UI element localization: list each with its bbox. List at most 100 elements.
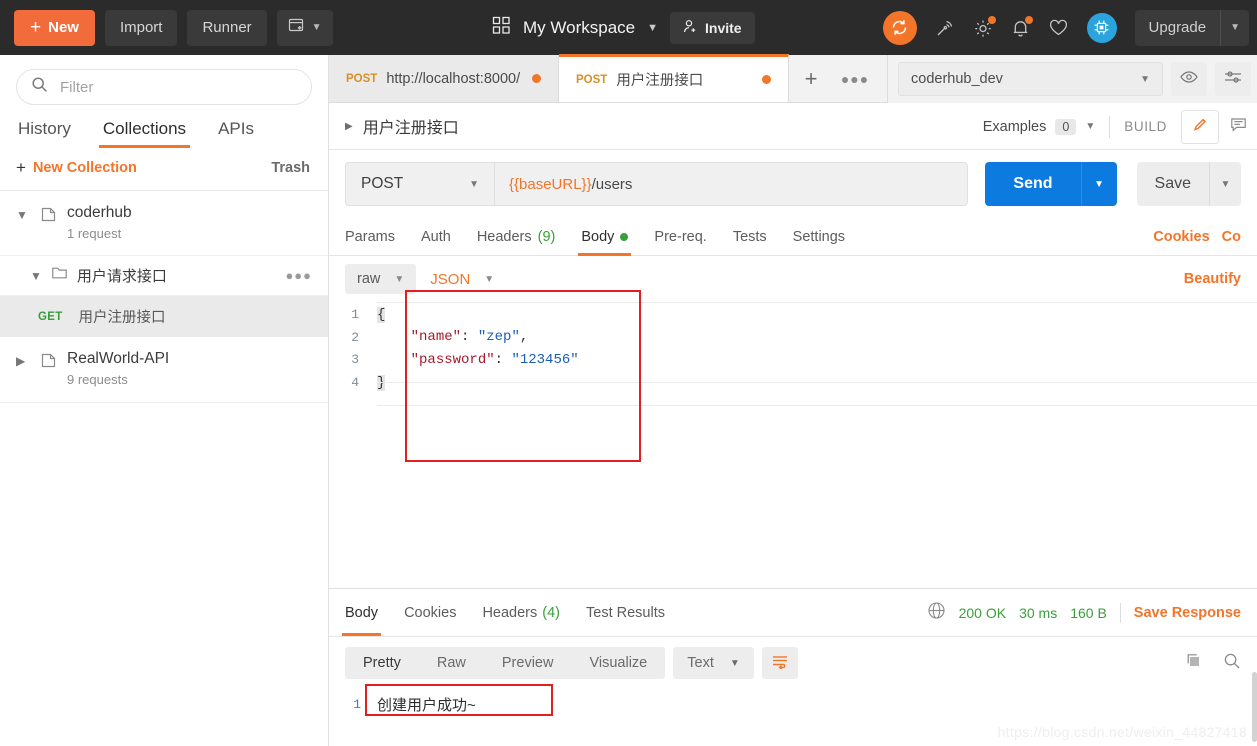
request-item-user-register[interactable]: GET 用户注册接口 [0, 296, 328, 338]
response-tab-body[interactable]: Body [341, 589, 382, 636]
chip-avatar-icon[interactable] [1086, 12, 1117, 43]
edit-mode-button[interactable] [1181, 109, 1219, 144]
cookies-link[interactable]: Cookies [1153, 229, 1209, 245]
bell-icon[interactable] [1011, 15, 1033, 38]
import-button[interactable]: Import [104, 9, 178, 46]
tab-headers-label: Headers [476, 228, 532, 245]
collection-text: RealWorld-API 9 requests [67, 349, 169, 389]
editor-rule [377, 382, 1257, 383]
heart-icon[interactable] [1048, 18, 1069, 37]
save-button[interactable]: Save [1136, 162, 1209, 206]
line-content: { [377, 306, 386, 323]
chevron-down-icon[interactable]: ▼ [30, 269, 42, 283]
add-tab-button[interactable]: + [789, 55, 833, 102]
upgrade-button[interactable]: Upgrade ▼ [1134, 9, 1249, 46]
invite-label: Invite [705, 19, 742, 36]
body-format-selector[interactable]: JSON ▼ [416, 264, 508, 294]
tab-headers[interactable]: Headers (9) [477, 218, 556, 256]
environment-quick-look-button[interactable] [1171, 62, 1207, 96]
postman-window: + New Import Runner ▼ My Workspace ▼ Inv… [0, 0, 1257, 746]
view-mode-pretty[interactable]: Pretty [345, 647, 419, 679]
divider [1109, 115, 1111, 138]
sliders-icon [1224, 69, 1242, 90]
plus-icon: + [30, 17, 42, 38]
tab-prerequest[interactable]: Pre-req. [654, 218, 706, 256]
url-input[interactable]: {{baseURL}}/users [495, 162, 969, 206]
request-method-badge: GET [38, 310, 63, 323]
main-panel: POST http://localhost:8000/ POST 用户注册接口 … [329, 54, 1257, 746]
tab-settings[interactable]: Settings [793, 218, 845, 256]
notification-dot [987, 15, 996, 24]
collection-item-realworld-api[interactable]: ▶ RealWorld-API 9 requests [0, 337, 328, 403]
save-response-button[interactable]: Save Response [1134, 605, 1241, 621]
request-body-editor[interactable]: 1 { 2 "name": "zep", 3 "password": "1234… [329, 302, 1257, 742]
body-type-selector[interactable]: raw ▼ [345, 264, 417, 294]
environment-settings-button[interactable] [1215, 62, 1251, 96]
tab-tests[interactable]: Tests [733, 218, 767, 256]
response-time: 30 ms [1019, 604, 1058, 621]
request-tab-localhost[interactable]: POST http://localhost:8000/ [329, 55, 559, 102]
chevron-down-icon: ▼ [484, 273, 495, 285]
satellite-icon[interactable] [935, 18, 955, 38]
chevron-down-icon: ▼ [394, 273, 405, 285]
tab-auth[interactable]: Auth [421, 218, 451, 256]
tab-body[interactable]: Body [578, 218, 632, 256]
send-options-button[interactable]: ▼ [1080, 162, 1117, 206]
search-input[interactable] [58, 77, 297, 97]
trash-button[interactable]: Trash [271, 160, 310, 176]
response-tab-test-results[interactable]: Test Results [586, 589, 665, 636]
sidebar-tab-collections[interactable]: Collections [98, 119, 191, 148]
copy-icon[interactable] [1185, 652, 1203, 675]
search-box[interactable] [16, 69, 312, 105]
response-tab-cookies[interactable]: Cookies [404, 589, 456, 636]
view-mode-visualize[interactable]: Visualize [571, 647, 665, 679]
view-mode-raw[interactable]: Raw [419, 647, 484, 679]
new-window-button[interactable]: ▼ [276, 9, 333, 46]
chevron-down-icon[interactable]: ▼ [16, 203, 30, 222]
triangle-right-icon[interactable]: ▶ [345, 121, 353, 132]
sidebar-tab-history[interactable]: History [18, 119, 71, 148]
environment-zone: coderhub_dev ▼ [887, 55, 1257, 103]
json-value: "zep" [477, 329, 520, 346]
response-format-selector[interactable]: Text ▼ [673, 647, 754, 679]
more-options-icon[interactable]: ●●● [285, 268, 312, 283]
sidebar-actions: + New Collection Trash [0, 148, 328, 191]
collection-request-count: 1 request [67, 225, 122, 241]
method-value: POST [361, 175, 404, 192]
tab-options-button[interactable]: ●●● [833, 55, 877, 102]
code-link[interactable]: Co [1222, 229, 1241, 245]
search-icon[interactable] [1223, 652, 1241, 675]
invite-button[interactable]: Invite [670, 11, 755, 44]
collection-item-coderhub[interactable]: ▼ coderhub 1 request [0, 191, 328, 257]
comment-button[interactable] [1219, 110, 1257, 144]
folder-item-user-requests[interactable]: ▼ 用户请求接口 ●●● [0, 256, 328, 297]
chevron-down-icon[interactable]: ▼ [647, 22, 658, 34]
request-tab-user-register[interactable]: POST 用户注册接口 [559, 54, 789, 102]
sync-icon[interactable] [882, 10, 917, 45]
request-title-block[interactable]: ▶ 用户注册接口 [345, 114, 459, 138]
examples-control[interactable]: Examples 0 ▼ [983, 118, 1095, 135]
chevron-right-icon[interactable]: ▶ [16, 349, 30, 368]
word-wrap-button[interactable] [761, 647, 798, 679]
tab-params[interactable]: Params [345, 218, 395, 256]
environment-selector[interactable]: coderhub_dev ▼ [898, 62, 1163, 96]
collection-request-count: 9 requests [67, 372, 128, 388]
response-tab-headers[interactable]: Headers (4) [482, 589, 560, 636]
new-collection-button[interactable]: + New Collection [16, 158, 137, 178]
chevron-down-icon[interactable]: ▼ [1085, 121, 1095, 132]
send-button[interactable]: Send [985, 162, 1081, 206]
method-selector[interactable]: POST ▼ [345, 162, 495, 206]
save-options-button[interactable]: ▼ [1209, 162, 1241, 206]
new-button[interactable]: + New [14, 9, 95, 46]
gear-icon[interactable] [973, 15, 996, 38]
view-mode-preview[interactable]: Preview [484, 647, 572, 679]
sidebar: History Collections APIs + New Collectio… [0, 55, 329, 746]
workspace-title[interactable]: My Workspace [523, 18, 635, 38]
runner-button[interactable]: Runner [187, 9, 267, 46]
sidebar-tab-apis[interactable]: APIs [218, 119, 254, 148]
app-header: + New Import Runner ▼ My Workspace ▼ Inv… [0, 0, 1257, 55]
word-wrap-icon [771, 653, 789, 674]
build-label[interactable]: BUILD [1124, 119, 1167, 134]
chevron-down-icon[interactable]: ▼ [1221, 22, 1249, 33]
beautify-button[interactable]: Beautify [1184, 271, 1241, 287]
